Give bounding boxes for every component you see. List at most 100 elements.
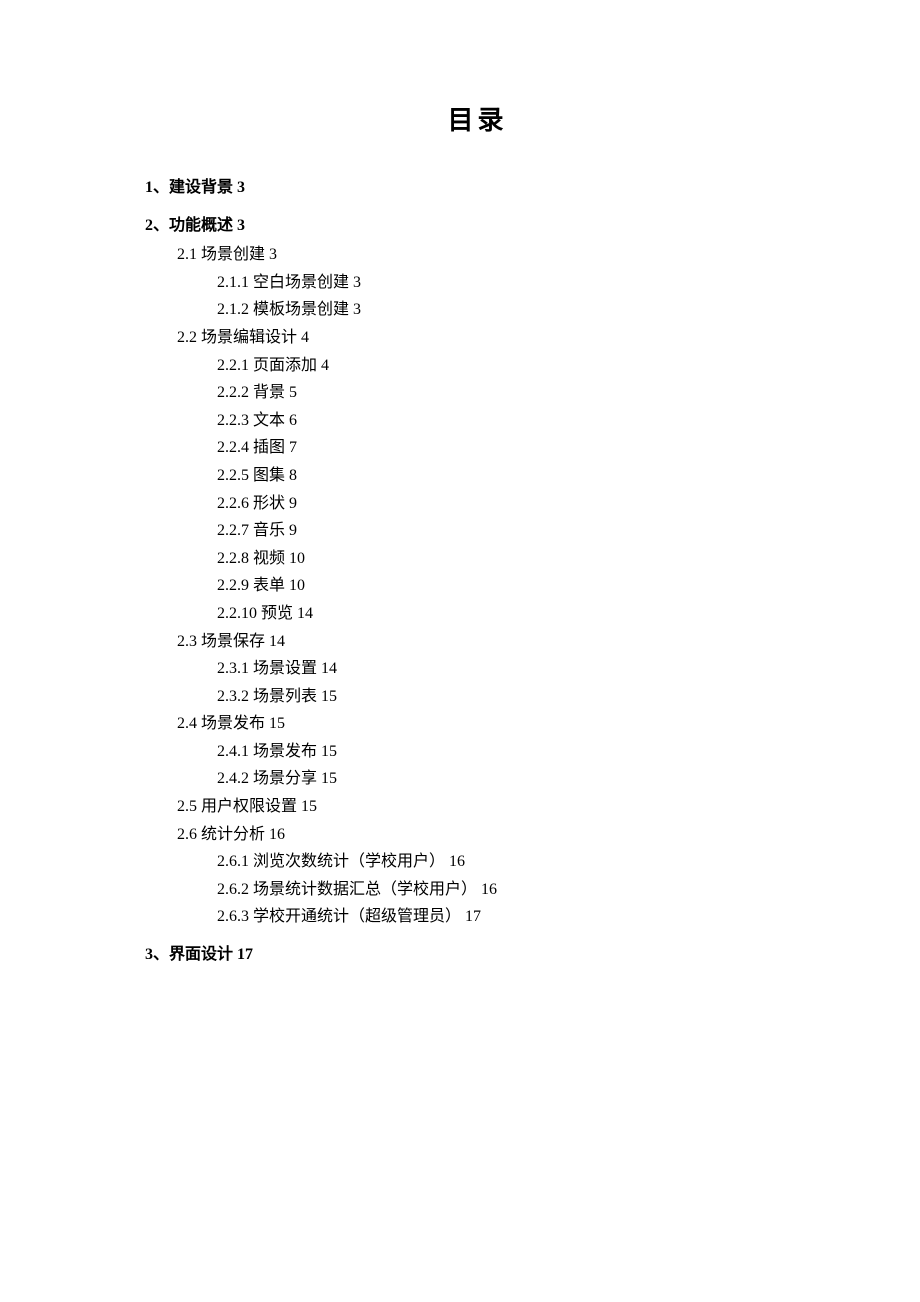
toc-entry-title: 图集 [253,467,285,484]
toc-entry-number: 2.3 [177,633,197,650]
toc-entry-number: 2.2.5 [217,467,249,484]
toc-entry-title: 文本 [253,412,285,429]
toc-entry-title: 页面添加 [253,357,317,374]
toc-entry-page: 3 [353,274,361,291]
toc-entry-page: 3 [269,246,277,263]
toc-entry: 2.6.1 浏览次数统计（学校用户） 16 [217,849,810,875]
toc-page: 目录 1、建设背景 32、功能概述 32.1 场景创建 32.1.1 空白场景创… [0,0,920,1302]
toc-entry: 2.1.2 模板场景创建 3 [217,297,810,323]
toc-entry-page: 8 [289,467,297,484]
toc-entry: 2.6 统计分析 16 [177,822,810,848]
toc-entry-number: 2.2.2 [217,384,249,401]
toc-entry-number: 3、 [145,946,169,963]
toc-entry-page: 5 [289,384,297,401]
toc-entry: 2.6.2 场景统计数据汇总（学校用户） 16 [217,877,810,903]
toc-entry-page: 6 [289,412,297,429]
toc-entry-page: 15 [321,688,337,705]
toc-entry: 2.3.2 场景列表 15 [217,684,810,710]
toc-entry-number: 2.2.6 [217,495,249,512]
toc-entry-title: 功能概述 [169,217,233,234]
toc-entry-page: 9 [289,522,297,539]
toc-list: 1、建设背景 32、功能概述 32.1 场景创建 32.1.1 空白场景创建 3… [145,175,810,968]
toc-entry-page: 14 [321,660,337,677]
toc-entry: 2.3 场景保存 14 [177,629,810,655]
toc-entry-number: 2.4.2 [217,770,249,787]
toc-entry: 2.4 场景发布 15 [177,711,810,737]
toc-entry-page: 17 [237,946,253,963]
toc-entry-number: 2.5 [177,798,197,815]
toc-entry-title: 场景列表 [253,688,317,705]
toc-entry-page: 17 [465,908,481,925]
toc-entry: 2.2 场景编辑设计 4 [177,325,810,351]
toc-entry-page: 4 [321,357,329,374]
toc-entry: 2.4.2 场景分享 15 [217,766,810,792]
toc-entry: 2.1 场景创建 3 [177,242,810,268]
toc-entry-number: 2.2.7 [217,522,249,539]
toc-entry: 2.6.3 学校开通统计（超级管理员） 17 [217,904,810,930]
toc-entry: 2.2.10 预览 14 [217,601,810,627]
toc-entry-title: 统计分析 [201,826,265,843]
toc-entry: 2.2.9 表单 10 [217,573,810,599]
toc-entry-page: 3 [237,217,245,234]
toc-entry-number: 2.6.3 [217,908,249,925]
toc-entry-number: 2.4 [177,715,197,732]
toc-entry-number: 2.2.8 [217,550,249,567]
toc-entry: 2、功能概述 3 [145,213,810,239]
toc-entry: 2.2.2 背景 5 [217,380,810,406]
toc-entry-title: 界面设计 [169,946,233,963]
toc-entry-page: 15 [321,770,337,787]
toc-entry-page: 4 [301,329,309,346]
toc-entry: 2.2.1 页面添加 4 [217,353,810,379]
toc-entry-page: 10 [289,577,305,594]
toc-entry-number: 2.6.1 [217,853,249,870]
toc-entry-title: 建设背景 [169,179,233,196]
toc-entry: 3、界面设计 17 [145,942,810,968]
toc-entry-number: 2.1.1 [217,274,249,291]
toc-entry-title: 场景保存 [201,633,265,650]
toc-entry-title: 浏览次数统计（学校用户） [253,853,445,870]
toc-entry-page: 14 [269,633,285,650]
toc-entry-title: 场景发布 [201,715,265,732]
toc-entry: 2.2.8 视频 10 [217,546,810,572]
toc-entry-title: 学校开通统计（超级管理员） [253,908,461,925]
toc-entry-page: 16 [269,826,285,843]
toc-entry-page: 9 [289,495,297,512]
toc-entry: 2.2.6 形状 9 [217,491,810,517]
toc-entry-number: 2.2.3 [217,412,249,429]
toc-heading: 目录 [145,100,810,137]
toc-entry-title: 模板场景创建 [253,301,349,318]
toc-entry: 1、建设背景 3 [145,175,810,201]
toc-entry-page: 10 [289,550,305,567]
toc-entry-title: 形状 [253,495,285,512]
toc-entry-title: 场景编辑设计 [201,329,297,346]
toc-entry-number: 2.4.1 [217,743,249,760]
toc-entry-title: 用户权限设置 [201,798,297,815]
toc-entry: 2.1.1 空白场景创建 3 [217,270,810,296]
toc-entry-number: 2.6.2 [217,881,249,898]
toc-entry-number: 2.2.4 [217,439,249,456]
toc-entry-page: 14 [297,605,313,622]
toc-entry-title: 插图 [253,439,285,456]
toc-entry-page: 7 [289,439,297,456]
toc-entry-title: 音乐 [253,522,285,539]
toc-entry: 2.3.1 场景设置 14 [217,656,810,682]
toc-entry-number: 2、 [145,217,169,234]
toc-entry-title: 场景发布 [253,743,317,760]
toc-entry: 2.2.4 插图 7 [217,435,810,461]
toc-entry: 2.2.7 音乐 9 [217,518,810,544]
toc-entry-title: 视频 [253,550,285,567]
toc-entry-title: 预览 [261,605,293,622]
toc-entry-title: 表单 [253,577,285,594]
toc-entry-title: 场景创建 [201,246,265,263]
toc-entry-number: 2.2.10 [217,605,257,622]
toc-entry: 2.2.3 文本 6 [217,408,810,434]
toc-entry-number: 2.3.1 [217,660,249,677]
toc-entry-number: 2.2 [177,329,197,346]
toc-entry-page: 3 [237,179,245,196]
toc-entry-number: 2.2.1 [217,357,249,374]
toc-entry-page: 15 [301,798,317,815]
toc-entry-title: 背景 [253,384,285,401]
toc-entry-title: 空白场景创建 [253,274,349,291]
toc-entry-page: 16 [481,881,497,898]
toc-entry: 2.2.5 图集 8 [217,463,810,489]
